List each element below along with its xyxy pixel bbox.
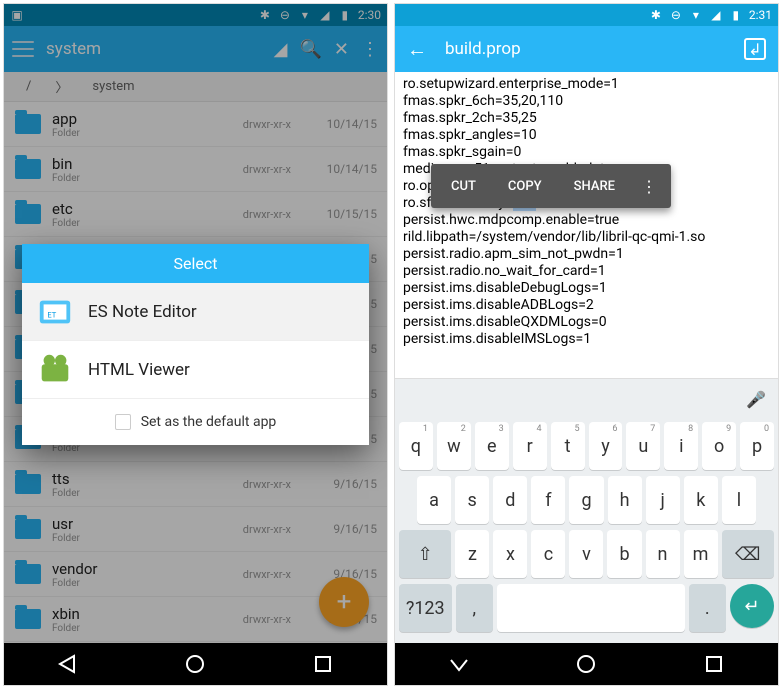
editor-line[interactable]: persist.radio.no_wait_for_card=1	[403, 263, 770, 280]
shift-key[interactable]: ⇧	[399, 530, 451, 578]
dialog-title: Select	[22, 244, 369, 283]
bluetooth-icon: ✱	[649, 8, 663, 22]
editor-line[interactable]: persist.ims.disableADBLogs=2	[403, 297, 770, 314]
period-key[interactable]: .	[689, 584, 727, 632]
es-note-editor-icon: ET	[36, 293, 74, 331]
editor-line[interactable]: persist.radio.apm_sim_not_pwdn=1	[403, 246, 770, 263]
key-t[interactable]: t5	[551, 422, 585, 470]
key-e[interactable]: e3	[475, 422, 509, 470]
key-d[interactable]: d	[493, 476, 527, 524]
key-v[interactable]: v	[569, 530, 603, 578]
key-g[interactable]: g	[569, 476, 603, 524]
key-w[interactable]: w2	[437, 422, 471, 470]
editor-line[interactable]: persist.ims.disableIMSLogs=1	[403, 331, 770, 348]
editor-title: build.prop	[445, 39, 726, 59]
editor-line[interactable]: fmas.spkr_6ch=35,20,110	[403, 93, 770, 110]
key-a[interactable]: a	[417, 476, 451, 524]
dialog-item-label: ES Note Editor	[88, 302, 197, 322]
key-f[interactable]: f	[531, 476, 565, 524]
key-z[interactable]: z	[455, 530, 489, 578]
dialog-item-html-viewer[interactable]: HTML Viewer	[22, 341, 369, 399]
android-navbar	[4, 643, 387, 685]
key-s[interactable]: s	[455, 476, 489, 524]
soft-keyboard: 🎤 q1w2e3r4t5y6u7i8o9p0 asdfghjkl ⇧ zxcvb…	[395, 378, 778, 643]
key-m[interactable]: m	[684, 530, 718, 578]
space-key[interactable]	[497, 584, 685, 632]
select-app-dialog: Select ET ES Note Editor HTML Viewer Set…	[22, 244, 369, 445]
copy-button[interactable]: COPY	[492, 179, 558, 194]
android-navbar	[395, 643, 778, 685]
key-y[interactable]: y6	[589, 422, 623, 470]
suggestion-bar: 🎤	[395, 379, 778, 419]
key-c[interactable]: c	[531, 530, 565, 578]
dialog-item-es-editor[interactable]: ET ES Note Editor	[22, 283, 369, 341]
dialog-default-row[interactable]: Set as the default app	[22, 399, 369, 445]
status-time: 2:31	[749, 8, 772, 22]
key-u[interactable]: u7	[626, 422, 660, 470]
nav-home-icon[interactable]	[574, 652, 598, 676]
editor-line[interactable]: persist.ims.disableDebugLogs=1	[403, 280, 770, 297]
editor-toolbar: ← build.prop ↲	[395, 26, 778, 72]
editor-line[interactable]: persist.hwc.mdpcomp.enable=true	[403, 212, 770, 229]
symbols-key[interactable]: ?123	[399, 584, 452, 632]
editor-line[interactable]: fmas.spkr_sgain=0	[403, 144, 770, 161]
back-arrow-icon[interactable]: ←	[407, 37, 427, 62]
key-n[interactable]: n	[646, 530, 680, 578]
key-r[interactable]: r4	[513, 422, 547, 470]
key-l[interactable]: l	[722, 476, 756, 524]
editor-line[interactable]: fmas.spkr_angles=10	[403, 127, 770, 144]
right-screen: ✱ ⊖ ▾ ◢ ▮ 2:31 ← build.prop ↲ ro.setupwi…	[394, 3, 779, 686]
dialog-footer-label: Set as the default app	[141, 414, 277, 430]
key-b[interactable]: b	[607, 530, 641, 578]
text-editor[interactable]: ro.setupwizard.enterprise_mode=1fmas.spk…	[395, 72, 778, 380]
wifi-icon: ▾	[689, 8, 703, 22]
editor-line[interactable]: ro.setupwizard.enterprise_mode=1	[403, 76, 770, 93]
cut-button[interactable]: CUT	[435, 179, 492, 194]
key-q[interactable]: q1	[399, 422, 433, 470]
comma-key[interactable]: ,	[456, 584, 494, 632]
editor-line[interactable]: rild.libpath=/system/vendor/lib/libril-q…	[403, 229, 770, 246]
svg-text:ET: ET	[47, 310, 56, 319]
nav-recents-icon[interactable]	[311, 652, 335, 676]
android-app-icon	[36, 351, 74, 389]
dnd-icon: ⊖	[669, 8, 683, 22]
battery-icon: ▮	[729, 8, 743, 22]
key-j[interactable]: j	[646, 476, 680, 524]
backspace-key[interactable]: ⌫	[722, 530, 774, 578]
nav-keyboard-hide-icon[interactable]	[447, 652, 471, 676]
left-screen: ▣ ✱ ⊖ ▾ ◢ ▮ 2:30 system ◢ 🔍 ✕ ⋮ / 〉 syst…	[3, 3, 388, 686]
nav-home-icon[interactable]	[183, 652, 207, 676]
key-k[interactable]: k	[684, 476, 718, 524]
text-context-menu: CUT COPY SHARE ⋮	[431, 164, 671, 208]
checkbox-icon[interactable]	[115, 414, 131, 430]
key-p[interactable]: p0	[740, 422, 774, 470]
signal-icon: ◢	[709, 8, 723, 22]
nav-back-icon[interactable]	[56, 652, 80, 676]
key-i[interactable]: i8	[664, 422, 698, 470]
key-h[interactable]: h	[608, 476, 642, 524]
status-bar: ✱ ⊖ ▾ ◢ ▮ 2:31	[395, 4, 778, 26]
editor-line[interactable]: persist.ims.disableQXDMLogs=0	[403, 314, 770, 331]
share-button[interactable]: SHARE	[558, 179, 631, 194]
enter-key[interactable]: ↵	[730, 584, 774, 628]
key-x[interactable]: x	[493, 530, 527, 578]
editor-line[interactable]: fmas.spkr_2ch=35,25	[403, 110, 770, 127]
save-icon[interactable]: ↲	[744, 38, 766, 60]
nav-recents-icon[interactable]	[702, 652, 726, 676]
key-o[interactable]: o9	[702, 422, 736, 470]
context-overflow-icon[interactable]: ⋮	[631, 177, 667, 196]
mic-icon[interactable]: 🎤	[746, 390, 766, 409]
dialog-item-label: HTML Viewer	[88, 360, 190, 380]
